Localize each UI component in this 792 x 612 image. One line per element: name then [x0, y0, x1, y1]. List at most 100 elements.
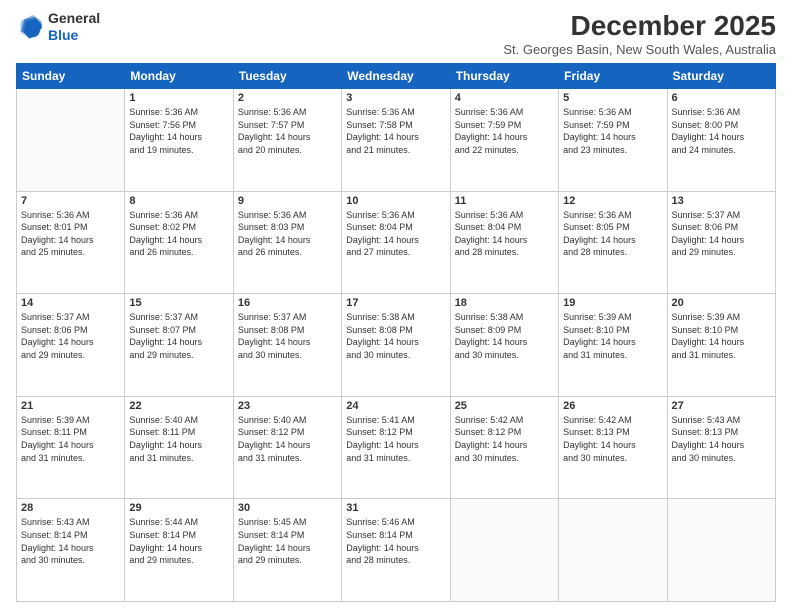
- day-number: 14: [21, 297, 120, 309]
- cell-w1-d4: 11 Sunrise: 5:36 AM Sunset: 8:04 PM Dayli…: [450, 191, 558, 294]
- cell-w0-d4: 4 Sunrise: 5:36 AM Sunset: 7:59 PM Daylig…: [450, 89, 558, 192]
- day-number: 19: [563, 297, 662, 309]
- logo-blue: Blue: [48, 27, 100, 44]
- day-number: 22: [129, 400, 228, 412]
- day-number: 24: [346, 400, 445, 412]
- col-header-monday: Monday: [125, 64, 233, 89]
- day-number: 8: [129, 195, 228, 207]
- cell-info: Sunrise: 5:36 AM Sunset: 8:01 PM Dayligh…: [21, 209, 120, 259]
- cell-w0-d0: [17, 89, 125, 192]
- logo: General Blue: [16, 10, 100, 44]
- cell-w0-d6: 6Sunrise: 5:36 AM Sunset: 8:00 PM Daylig…: [667, 89, 775, 192]
- cell-w2-d3: 17Sunrise: 5:38 AM Sunset: 8:08 PM Dayli…: [342, 294, 450, 397]
- cell-w1-d3: 10 Sunrise: 5:36 AM Sunset: 8:04 PM Dayli…: [342, 191, 450, 294]
- day-number: 11: [455, 195, 554, 207]
- cell-info: Sunrise: 5:40 AM Sunset: 8:12 PM Dayligh…: [238, 414, 337, 464]
- logo-text: General Blue: [48, 10, 100, 44]
- cell-info: Sunrise: 5:37 AM Sunset: 8:07 PM Dayligh…: [129, 311, 228, 361]
- calendar-table: SundayMondayTuesdayWednesdayThursdayFrid…: [16, 63, 776, 602]
- cell-w4-d3: 31 Sunrise: 5:46 AM Sunset: 8:14 PM Dayli…: [342, 499, 450, 602]
- cell-w3-d4: 25Sunrise: 5:42 AM Sunset: 8:12 PM Dayli…: [450, 396, 558, 499]
- header: General Blue December 2025 St. Georges B…: [16, 10, 776, 57]
- cell-info: Sunrise: 5:46 AM Sunset: 8:14 PM Dayligh…: [346, 516, 445, 566]
- cell-info: Sunrise: 5:36 AM Sunset: 8:04 PM Dayligh…: [346, 209, 445, 259]
- cell-info: Sunrise: 5:37 AM Sunset: 8:06 PM Dayligh…: [21, 311, 120, 361]
- day-number: 9: [238, 195, 337, 207]
- week-row-1: 7 Sunrise: 5:36 AM Sunset: 8:01 PM Daylig…: [17, 191, 776, 294]
- page: General Blue December 2025 St. Georges B…: [0, 0, 792, 612]
- header-row: SundayMondayTuesdayWednesdayThursdayFrid…: [17, 64, 776, 89]
- day-number: 31: [346, 502, 445, 514]
- day-number: 5: [563, 92, 662, 104]
- day-number: 1: [129, 92, 228, 104]
- col-header-sunday: Sunday: [17, 64, 125, 89]
- col-header-tuesday: Tuesday: [233, 64, 341, 89]
- cell-w4-d4: [450, 499, 558, 602]
- cell-info: Sunrise: 5:41 AM Sunset: 8:12 PM Dayligh…: [346, 414, 445, 464]
- cell-w1-d5: 12 Sunrise: 5:36 AM Sunset: 8:05 PM Dayli…: [559, 191, 667, 294]
- day-number: 4: [455, 92, 554, 104]
- cell-info: Sunrise: 5:36 AM Sunset: 7:59 PM Dayligh…: [455, 106, 554, 156]
- cell-w0-d5: 5Sunrise: 5:36 AM Sunset: 7:59 PM Daylig…: [559, 89, 667, 192]
- week-row-3: 21Sunrise: 5:39 AM Sunset: 8:11 PM Dayli…: [17, 396, 776, 499]
- cell-w3-d2: 23 Sunrise: 5:40 AM Sunset: 8:12 PM Dayli…: [233, 396, 341, 499]
- cell-w2-d0: 14 Sunrise: 5:37 AM Sunset: 8:06 PM Dayli…: [17, 294, 125, 397]
- day-number: 6: [672, 92, 771, 104]
- day-number: 3: [346, 92, 445, 104]
- cell-w0-d2: 2 Sunrise: 5:36 AM Sunset: 7:57 PM Daylig…: [233, 89, 341, 192]
- cell-w0-d1: 1 Sunrise: 5:36 AM Sunset: 7:56 PM Daylig…: [125, 89, 233, 192]
- cell-info: Sunrise: 5:40 AM Sunset: 8:11 PM Dayligh…: [129, 414, 228, 464]
- cell-w2-d5: 19 Sunrise: 5:39 AM Sunset: 8:10 PM Dayli…: [559, 294, 667, 397]
- day-number: 7: [21, 195, 120, 207]
- cell-info: Sunrise: 5:45 AM Sunset: 8:14 PM Dayligh…: [238, 516, 337, 566]
- cell-w2-d1: 15 Sunrise: 5:37 AM Sunset: 8:07 PM Dayli…: [125, 294, 233, 397]
- col-header-wednesday: Wednesday: [342, 64, 450, 89]
- day-number: 15: [129, 297, 228, 309]
- day-number: 30: [238, 502, 337, 514]
- day-number: 2: [238, 92, 337, 104]
- cell-w0-d3: 3Sunrise: 5:36 AM Sunset: 7:58 PM Daylig…: [342, 89, 450, 192]
- day-number: 27: [672, 400, 771, 412]
- day-number: 23: [238, 400, 337, 412]
- cell-w3-d5: 26 Sunrise: 5:42 AM Sunset: 8:13 PM Dayli…: [559, 396, 667, 499]
- cell-w2-d4: 18 Sunrise: 5:38 AM Sunset: 8:09 PM Dayli…: [450, 294, 558, 397]
- cell-w2-d2: 16 Sunrise: 5:37 AM Sunset: 8:08 PM Dayli…: [233, 294, 341, 397]
- week-row-2: 14 Sunrise: 5:37 AM Sunset: 8:06 PM Dayli…: [17, 294, 776, 397]
- cell-info: Sunrise: 5:36 AM Sunset: 8:03 PM Dayligh…: [238, 209, 337, 259]
- day-number: 25: [455, 400, 554, 412]
- day-number: 26: [563, 400, 662, 412]
- cell-w3-d1: 22 Sunrise: 5:40 AM Sunset: 8:11 PM Dayli…: [125, 396, 233, 499]
- cell-w2-d6: 20Sunrise: 5:39 AM Sunset: 8:10 PM Dayli…: [667, 294, 775, 397]
- day-number: 12: [563, 195, 662, 207]
- week-row-4: 28 Sunrise: 5:43 AM Sunset: 8:14 PM Dayli…: [17, 499, 776, 602]
- cell-w4-d0: 28 Sunrise: 5:43 AM Sunset: 8:14 PM Dayli…: [17, 499, 125, 602]
- cell-info: Sunrise: 5:44 AM Sunset: 8:14 PM Dayligh…: [129, 516, 228, 566]
- cell-info: Sunrise: 5:39 AM Sunset: 8:10 PM Dayligh…: [672, 311, 771, 361]
- week-row-0: 1 Sunrise: 5:36 AM Sunset: 7:56 PM Daylig…: [17, 89, 776, 192]
- day-number: 10: [346, 195, 445, 207]
- day-number: 28: [21, 502, 120, 514]
- cell-info: Sunrise: 5:39 AM Sunset: 8:10 PM Dayligh…: [563, 311, 662, 361]
- cell-info: Sunrise: 5:43 AM Sunset: 8:14 PM Dayligh…: [21, 516, 120, 566]
- day-number: 17: [346, 297, 445, 309]
- cell-info: Sunrise: 5:36 AM Sunset: 7:56 PM Dayligh…: [129, 106, 228, 156]
- cell-info: Sunrise: 5:38 AM Sunset: 8:09 PM Dayligh…: [455, 311, 554, 361]
- logo-icon: [16, 13, 44, 41]
- col-header-thursday: Thursday: [450, 64, 558, 89]
- day-number: 18: [455, 297, 554, 309]
- cell-info: Sunrise: 5:36 AM Sunset: 8:02 PM Dayligh…: [129, 209, 228, 259]
- cell-info: Sunrise: 5:37 AM Sunset: 8:06 PM Dayligh…: [672, 209, 771, 259]
- cell-info: Sunrise: 5:36 AM Sunset: 8:05 PM Dayligh…: [563, 209, 662, 259]
- day-number: 16: [238, 297, 337, 309]
- day-number: 29: [129, 502, 228, 514]
- day-number: 21: [21, 400, 120, 412]
- cell-w1-d2: 9 Sunrise: 5:36 AM Sunset: 8:03 PM Daylig…: [233, 191, 341, 294]
- cell-info: Sunrise: 5:42 AM Sunset: 8:13 PM Dayligh…: [563, 414, 662, 464]
- cell-info: Sunrise: 5:43 AM Sunset: 8:13 PM Dayligh…: [672, 414, 771, 464]
- cell-w4-d5: [559, 499, 667, 602]
- cell-info: Sunrise: 5:37 AM Sunset: 8:08 PM Dayligh…: [238, 311, 337, 361]
- cell-w1-d0: 7 Sunrise: 5:36 AM Sunset: 8:01 PM Daylig…: [17, 191, 125, 294]
- cell-info: Sunrise: 5:36 AM Sunset: 8:04 PM Dayligh…: [455, 209, 554, 259]
- day-number: 13: [672, 195, 771, 207]
- cell-info: Sunrise: 5:36 AM Sunset: 7:57 PM Dayligh…: [238, 106, 337, 156]
